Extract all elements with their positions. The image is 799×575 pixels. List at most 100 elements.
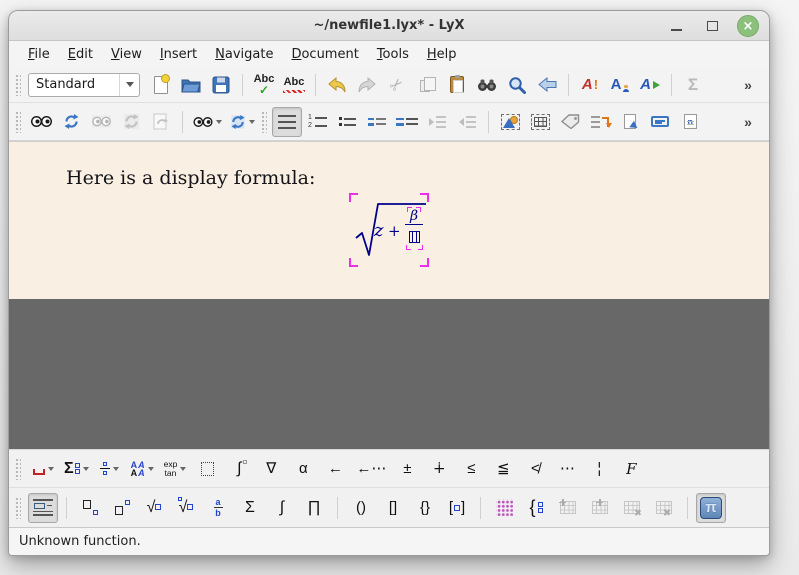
numbered-list-button[interactable]: 1 2 xyxy=(302,107,332,137)
greek-alpha-button[interactable]: α xyxy=(288,454,318,484)
digamma-button[interactable]: F xyxy=(616,454,646,484)
cases-button[interactable]: { xyxy=(521,493,551,523)
find-replace-button[interactable] xyxy=(472,70,502,100)
subscript-button[interactable] xyxy=(75,493,105,523)
insert-graphics-button[interactable] xyxy=(495,107,525,137)
superscript-button[interactable] xyxy=(107,493,137,523)
formula-fraction[interactable]: β xyxy=(403,205,425,250)
style-frame-button[interactable] xyxy=(192,454,222,484)
minimize-button[interactable] xyxy=(665,15,687,37)
toolbar1-overflow-button[interactable]: » xyxy=(733,70,763,100)
fraction-style-button[interactable] xyxy=(95,454,125,484)
toolbar-drag-handle[interactable] xyxy=(15,458,21,480)
arrow-left-button[interactable]: ← xyxy=(320,454,350,484)
sum-decoration-button[interactable]: Σ xyxy=(60,454,93,484)
parentheses-button[interactable]: () xyxy=(346,493,376,523)
insert-crossref-button[interactable] xyxy=(585,107,615,137)
noun-button[interactable]: A xyxy=(605,70,635,100)
not-less-button[interactable]: ≮ xyxy=(520,454,550,484)
toolbar2-overflow-button[interactable]: » xyxy=(733,107,763,137)
insert-label-button[interactable] xyxy=(555,107,585,137)
update-master-button[interactable] xyxy=(116,107,146,137)
nabla-button[interactable]: ∇ xyxy=(256,454,286,484)
menu-edit[interactable]: Edit xyxy=(59,44,102,65)
menu-file[interactable]: File xyxy=(19,44,59,65)
delimiters-button[interactable]: [ ] xyxy=(442,493,472,523)
matrix-button[interactable] xyxy=(489,493,519,523)
update-view-button[interactable] xyxy=(56,107,86,137)
leq-button[interactable]: ≤ xyxy=(456,454,486,484)
toolbar-drag-handle[interactable] xyxy=(15,497,21,519)
paste-button[interactable] xyxy=(442,70,472,100)
fraction-button[interactable]: ab xyxy=(203,493,233,523)
navigate-back-button[interactable] xyxy=(532,70,562,100)
decrease-depth-button[interactable] xyxy=(452,107,482,137)
bullet-list-button[interactable] xyxy=(332,107,362,137)
add-column-button[interactable] xyxy=(585,493,615,523)
braces-button[interactable]: {} xyxy=(410,493,440,523)
dot-plus-button[interactable]: ∔ xyxy=(424,454,454,484)
sqrt-button[interactable]: √ xyxy=(139,493,169,523)
close-button[interactable]: × xyxy=(737,15,759,37)
insert-math-button[interactable]: Σ xyxy=(678,70,708,100)
paragraph-justify-button[interactable] xyxy=(272,107,302,137)
increase-depth-button[interactable] xyxy=(422,107,452,137)
math-space-button[interactable] xyxy=(28,454,58,484)
update-other-formats-button[interactable] xyxy=(226,107,259,137)
new-document-button[interactable] xyxy=(146,70,176,100)
labeling-list-button[interactable] xyxy=(362,107,392,137)
product-button[interactable]: ∏ xyxy=(299,493,329,523)
add-row-button[interactable] xyxy=(553,493,583,523)
menu-help[interactable]: Help xyxy=(418,44,466,65)
long-arrow-button[interactable]: ←⋯ xyxy=(352,454,390,484)
math-panel-toggle-button[interactable]: π xyxy=(696,493,726,523)
paragraph-style-select[interactable]: Standard xyxy=(28,73,140,97)
continuous-spellcheck-button[interactable]: Abc xyxy=(279,70,309,100)
cdots-button[interactable]: ⋯ xyxy=(552,454,582,484)
titlebar[interactable]: ~/newfile1.lyx* - LyX × xyxy=(9,11,769,41)
view-button[interactable] xyxy=(26,107,56,137)
integral-limits-button[interactable]: ∫ xyxy=(224,454,254,484)
spellcheck-button[interactable]: Abc ✓ xyxy=(249,70,279,100)
sum-button[interactable]: Σ xyxy=(235,493,265,523)
delete-row-button[interactable] xyxy=(617,493,647,523)
redo-button[interactable] xyxy=(352,70,382,100)
menu-navigate[interactable]: Navigate xyxy=(206,44,282,65)
insert-float-button[interactable] xyxy=(645,107,675,137)
leqq-button[interactable]: ≦ xyxy=(488,454,518,484)
view-other-formats-button[interactable] xyxy=(189,107,226,137)
document-canvas[interactable]: Here is a display formula: z + β xyxy=(9,142,769,299)
toolbar-drag-handle[interactable] xyxy=(15,74,21,96)
insert-table-button[interactable] xyxy=(525,107,555,137)
insert-note-button[interactable]: n xyxy=(675,107,705,137)
fraction-numerator[interactable]: β xyxy=(407,207,421,224)
integral-button[interactable]: ∫ xyxy=(267,493,297,523)
nth-root-button[interactable]: √ xyxy=(171,493,201,523)
menu-tools[interactable]: Tools xyxy=(368,44,418,65)
divides-button[interactable]: ¦ xyxy=(584,454,614,484)
apply-last-style-button[interactable]: A xyxy=(635,70,665,100)
toolbar-drag-handle[interactable] xyxy=(261,111,267,133)
undo-button[interactable] xyxy=(322,70,352,100)
emphasis-button[interactable]: A ! xyxy=(575,70,605,100)
update-document-button[interactable] xyxy=(146,107,176,137)
menu-document[interactable]: Document xyxy=(282,44,367,65)
display-formula-button[interactable] xyxy=(28,493,58,523)
view-master-button[interactable] xyxy=(86,107,116,137)
empty-placeholder-box[interactable] xyxy=(409,231,420,243)
plus-minus-button[interactable]: ± xyxy=(392,454,422,484)
description-list-button[interactable] xyxy=(392,107,422,137)
delete-column-button[interactable] xyxy=(649,493,679,523)
cut-button[interactable]: ✂ xyxy=(382,70,412,100)
insert-footnote-button[interactable] xyxy=(615,107,645,137)
functions-button[interactable]: exptan xyxy=(160,454,191,484)
paragraph-text[interactable]: Here is a display formula: xyxy=(66,167,315,189)
search-button[interactable] xyxy=(502,70,532,100)
maximize-button[interactable] xyxy=(701,15,723,37)
brackets-button[interactable]: [] xyxy=(378,493,408,523)
save-document-button[interactable] xyxy=(206,70,236,100)
menu-view[interactable]: View xyxy=(102,44,151,65)
fraction-denominator[interactable] xyxy=(406,228,423,250)
math-inset[interactable]: z + β xyxy=(349,193,429,267)
toolbar-drag-handle[interactable] xyxy=(15,111,21,133)
